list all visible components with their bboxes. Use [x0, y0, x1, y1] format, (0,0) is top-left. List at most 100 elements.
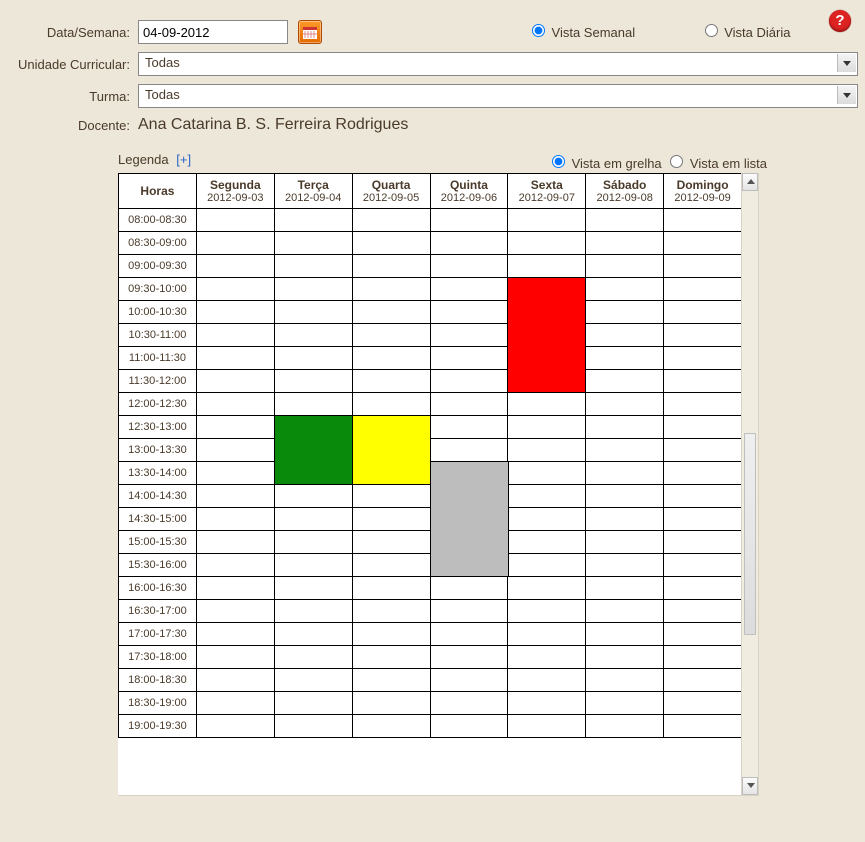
schedule-event[interactable]	[274, 415, 353, 485]
schedule-cell[interactable]	[664, 347, 742, 370]
scroll-thumb[interactable]	[744, 433, 756, 635]
schedule-cell[interactable]	[664, 393, 742, 416]
schedule-cell[interactable]	[274, 646, 352, 669]
schedule-cell[interactable]	[664, 301, 742, 324]
schedule-cell[interactable]	[586, 669, 664, 692]
schedule-cell[interactable]	[196, 232, 274, 255]
schedule-cell[interactable]	[586, 600, 664, 623]
schedule-cell[interactable]	[664, 531, 742, 554]
schedule-cell[interactable]	[508, 692, 586, 715]
schedule-cell[interactable]	[508, 255, 586, 278]
schedule-cell[interactable]	[352, 278, 430, 301]
schedule-cell[interactable]	[508, 485, 586, 508]
schedule-cell[interactable]	[352, 324, 430, 347]
schedule-cell[interactable]	[274, 324, 352, 347]
schedule-cell[interactable]	[352, 715, 430, 738]
schedule-cell[interactable]	[274, 554, 352, 577]
schedule-cell[interactable]	[586, 347, 664, 370]
schedule-cell[interactable]	[352, 232, 430, 255]
schedule-cell[interactable]	[274, 531, 352, 554]
schedule-cell[interactable]	[274, 393, 352, 416]
schedule-cell[interactable]	[430, 646, 508, 669]
schedule-event[interactable]	[430, 461, 509, 577]
schedule-cell[interactable]	[664, 462, 742, 485]
schedule-cell[interactable]	[664, 554, 742, 577]
schedule-cell[interactable]	[430, 324, 508, 347]
schedule-cell[interactable]	[586, 324, 664, 347]
schedule-cell[interactable]	[196, 600, 274, 623]
schedule-cell[interactable]	[664, 485, 742, 508]
schedule-cell[interactable]	[196, 347, 274, 370]
schedule-cell[interactable]	[352, 531, 430, 554]
schedule-cell[interactable]	[274, 669, 352, 692]
schedule-cell[interactable]	[196, 439, 274, 462]
schedule-cell[interactable]	[430, 255, 508, 278]
schedule-cell[interactable]	[586, 692, 664, 715]
schedule-cell[interactable]	[508, 623, 586, 646]
schedule-cell[interactable]	[430, 209, 508, 232]
schedule-cell[interactable]	[274, 370, 352, 393]
schedule-cell[interactable]	[352, 347, 430, 370]
schedule-cell[interactable]	[196, 255, 274, 278]
schedule-cell[interactable]	[274, 623, 352, 646]
schedule-cell[interactable]	[196, 462, 274, 485]
schedule-cell[interactable]	[274, 600, 352, 623]
schedule-cell[interactable]	[430, 301, 508, 324]
schedule-cell[interactable]	[430, 669, 508, 692]
schedule-cell[interactable]	[664, 692, 742, 715]
scroll-up-button[interactable]	[742, 173, 758, 191]
schedule-cell[interactable]	[586, 278, 664, 301]
schedule-cell[interactable]	[196, 485, 274, 508]
schedule-cell[interactable]	[586, 508, 664, 531]
schedule-cell[interactable]	[508, 462, 586, 485]
schedule-cell[interactable]	[274, 715, 352, 738]
schedule-cell[interactable]	[586, 462, 664, 485]
schedule-cell[interactable]	[664, 508, 742, 531]
schedule-scroll-area[interactable]: HorasSegunda2012-09-03Terça2012-09-04Qua…	[118, 173, 742, 795]
schedule-cell[interactable]	[586, 370, 664, 393]
schedule-cell[interactable]	[196, 209, 274, 232]
schedule-cell[interactable]	[430, 715, 508, 738]
scrollbar-vertical[interactable]	[741, 173, 758, 795]
schedule-cell[interactable]	[664, 646, 742, 669]
schedule-cell[interactable]	[508, 577, 586, 600]
schedule-cell[interactable]	[430, 623, 508, 646]
schedule-cell[interactable]	[196, 508, 274, 531]
schedule-cell[interactable]	[274, 485, 352, 508]
schedule-cell[interactable]	[664, 669, 742, 692]
scroll-down-button[interactable]	[742, 777, 758, 795]
schedule-cell[interactable]	[586, 531, 664, 554]
help-icon[interactable]: ?	[829, 10, 851, 32]
radio-view-daily[interactable]: Vista Diária	[700, 25, 791, 40]
schedule-cell[interactable]	[586, 416, 664, 439]
schedule-event[interactable]	[352, 415, 431, 485]
schedule-cell[interactable]	[664, 324, 742, 347]
schedule-cell[interactable]	[430, 347, 508, 370]
schedule-cell[interactable]	[430, 278, 508, 301]
schedule-cell[interactable]	[430, 416, 508, 439]
schedule-cell[interactable]	[586, 209, 664, 232]
schedule-cell[interactable]	[586, 554, 664, 577]
date-input[interactable]	[138, 20, 288, 44]
schedule-cell[interactable]	[508, 232, 586, 255]
schedule-cell[interactable]	[196, 692, 274, 715]
schedule-cell[interactable]	[274, 278, 352, 301]
schedule-cell[interactable]	[430, 370, 508, 393]
schedule-cell[interactable]	[664, 416, 742, 439]
calendar-icon[interactable]	[298, 20, 322, 44]
schedule-event[interactable]	[507, 277, 586, 393]
schedule-cell[interactable]	[352, 485, 430, 508]
schedule-cell[interactable]	[586, 623, 664, 646]
schedule-cell[interactable]	[274, 232, 352, 255]
schedule-cell[interactable]	[664, 370, 742, 393]
schedule-cell[interactable]	[352, 623, 430, 646]
schedule-cell[interactable]	[196, 301, 274, 324]
schedule-cell[interactable]	[508, 439, 586, 462]
radio-view-weekly[interactable]: Vista Semanal	[527, 25, 635, 40]
schedule-cell[interactable]	[586, 255, 664, 278]
schedule-cell[interactable]	[664, 209, 742, 232]
schedule-cell[interactable]	[352, 255, 430, 278]
schedule-cell[interactable]	[508, 600, 586, 623]
schedule-cell[interactable]	[352, 370, 430, 393]
schedule-cell[interactable]	[196, 278, 274, 301]
